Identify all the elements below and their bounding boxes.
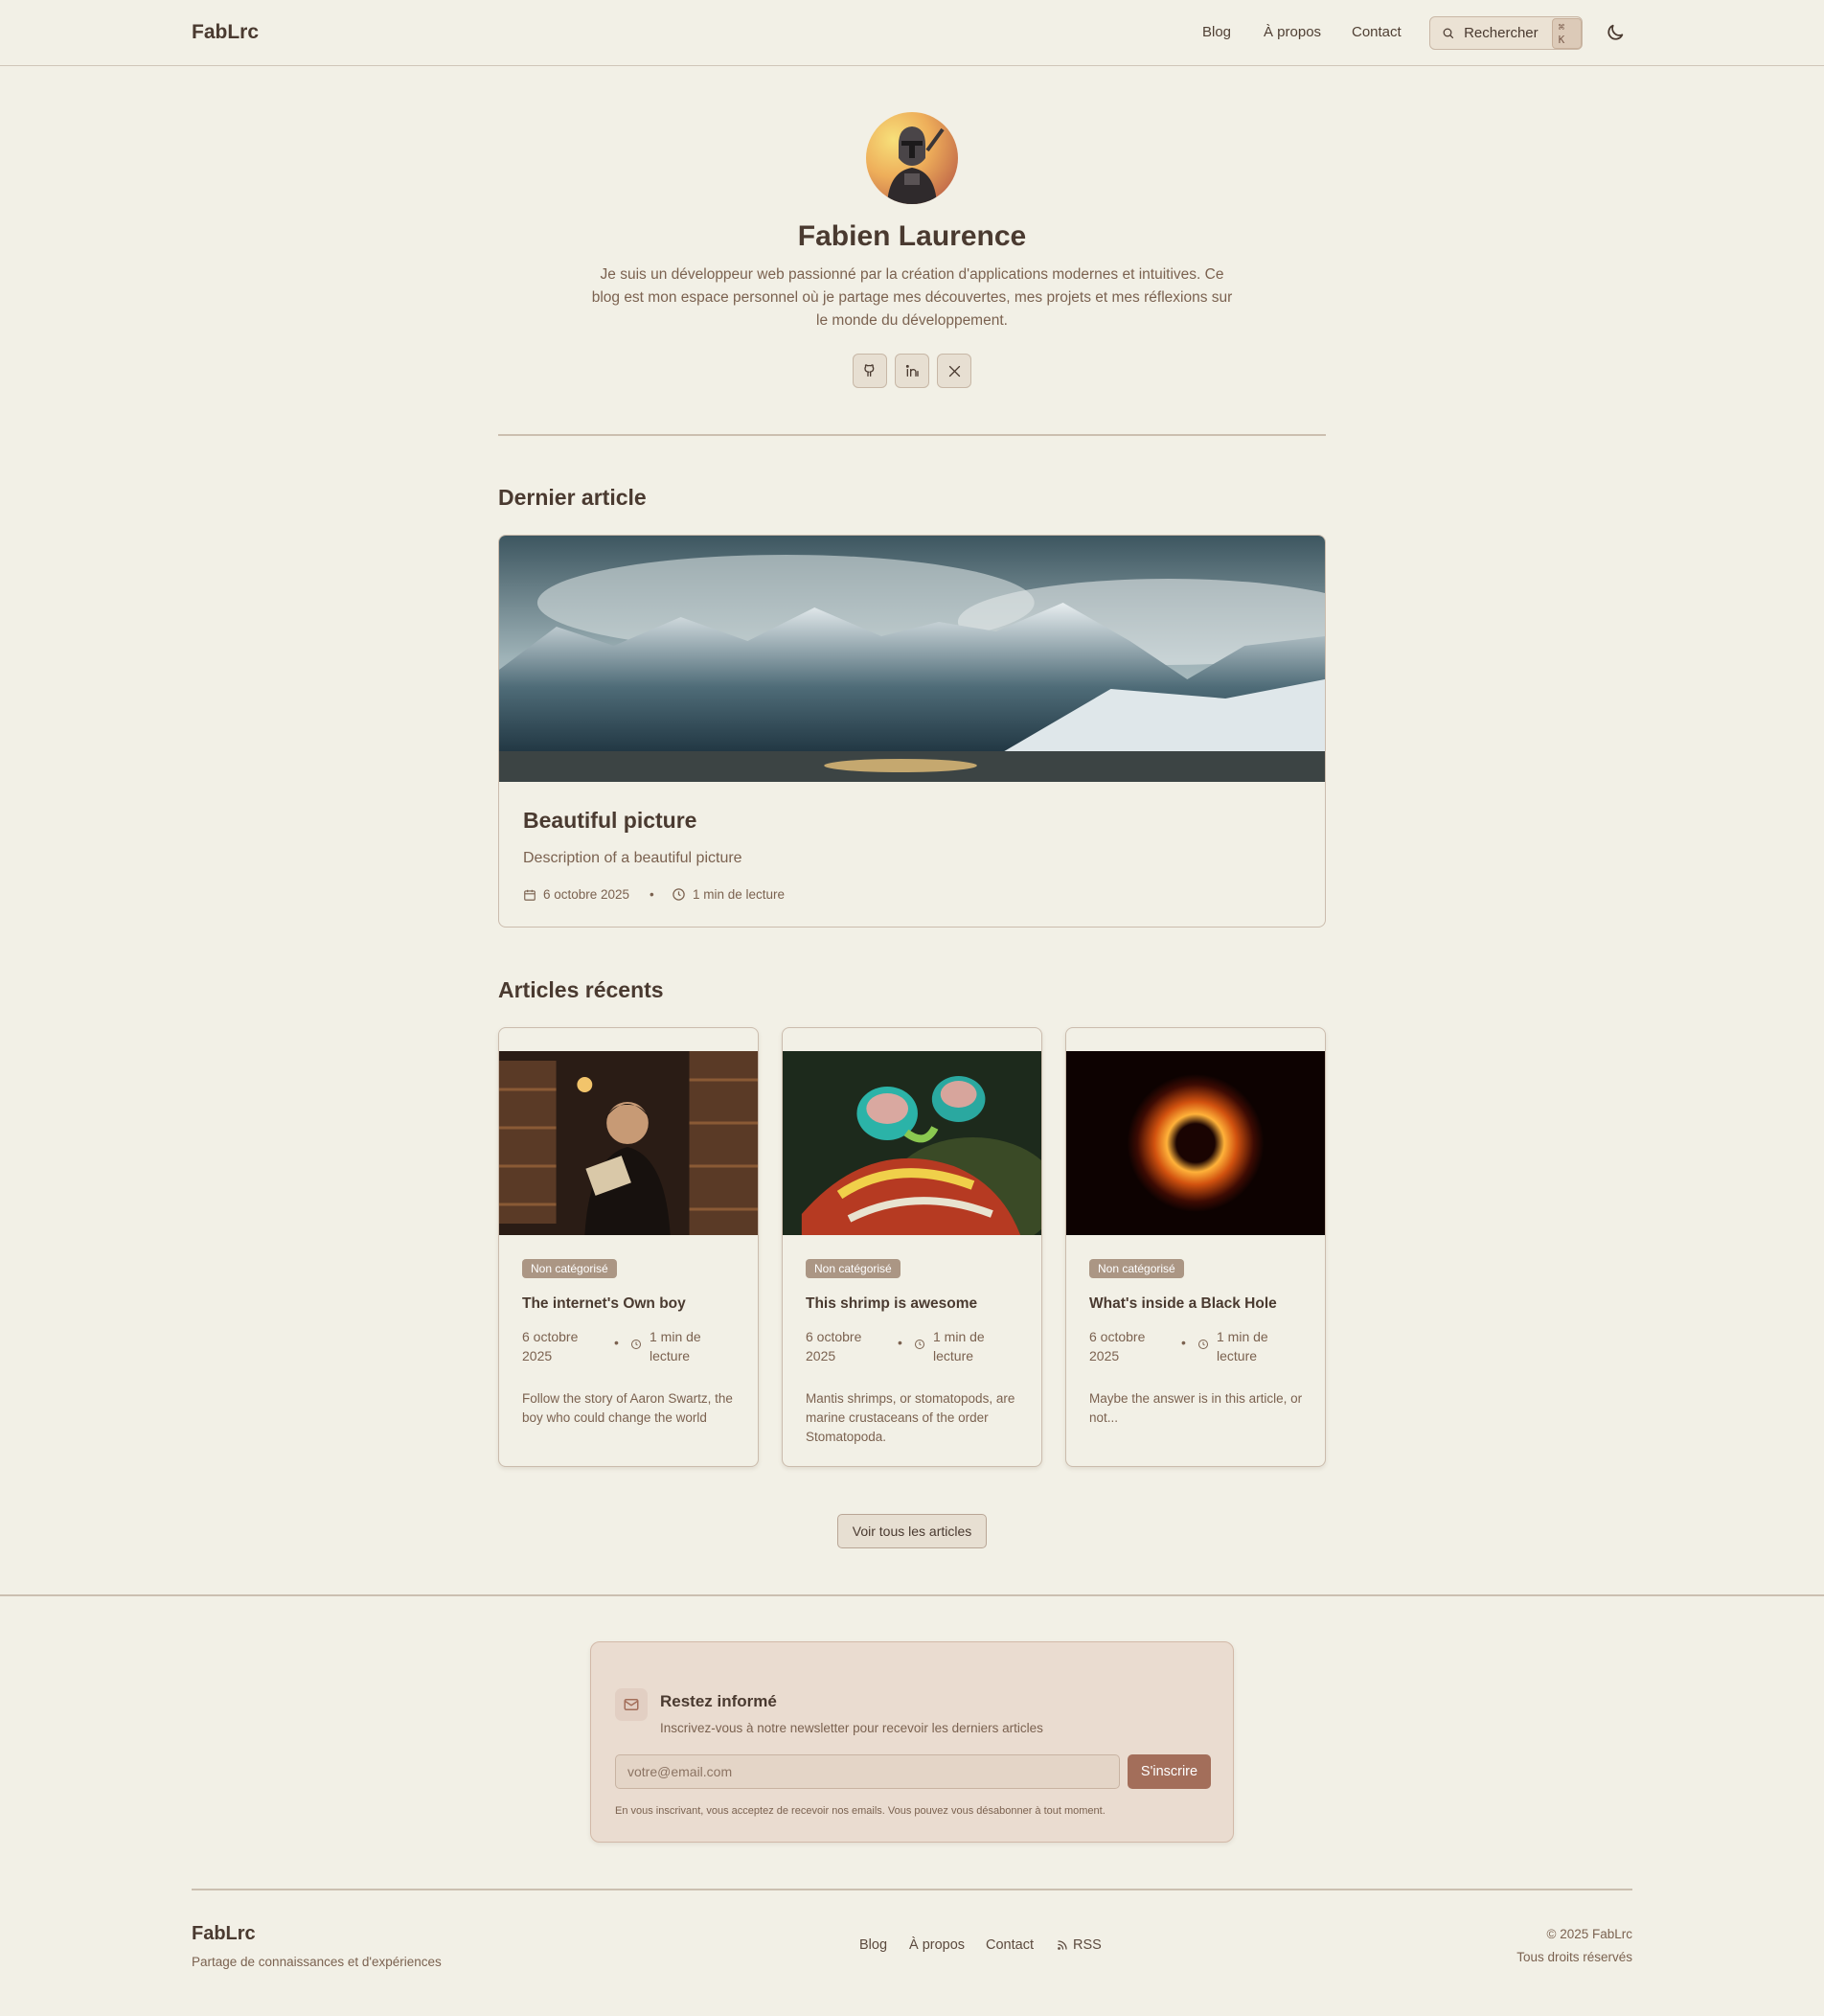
- nav-blog[interactable]: Blog: [1202, 24, 1231, 40]
- clock-icon: [1198, 1340, 1208, 1349]
- newsletter-email-input[interactable]: [615, 1754, 1120, 1789]
- footer-link-contact[interactable]: Contact: [986, 1937, 1034, 1953]
- clock-icon: [673, 888, 685, 901]
- article-excerpt: Maybe the answer is in this article, or …: [1089, 1391, 1303, 1425]
- article-excerpt: Follow the story of Aaron Swartz, the bo…: [522, 1391, 733, 1425]
- footer-link-blog[interactable]: Blog: [859, 1937, 887, 1953]
- profile-divider: [498, 434, 1326, 436]
- newsletter-note: En vous inscrivant, vous acceptez de rec…: [615, 1805, 1106, 1817]
- newsletter-subtitle: Inscrivez-vous à notre newsletter pour r…: [660, 1721, 1043, 1735]
- subscribe-button[interactable]: S'inscrire: [1128, 1754, 1211, 1789]
- featured-image: [499, 536, 1325, 782]
- footer-logo[interactable]: FabLrc: [192, 1923, 256, 1945]
- article-excerpt: Mantis shrimps, or stomatopods, are mari…: [806, 1391, 1015, 1444]
- search-label: Rechercher: [1464, 25, 1539, 41]
- featured-date: 6 octobre 2025: [523, 887, 629, 902]
- article-image: [783, 1051, 1041, 1235]
- footer-link-rss[interactable]: RSS: [1057, 1937, 1102, 1953]
- article-title[interactable]: The internet's Own boy: [522, 1295, 686, 1313]
- profile-bio: Je suis un développeur web passionné par…: [591, 266, 1233, 329]
- x-icon: [948, 365, 960, 377]
- see-all-articles-button[interactable]: Voir tous les articles: [837, 1514, 987, 1548]
- github-button[interactable]: [853, 354, 887, 388]
- search-shortcut: ⌘ K: [1551, 17, 1582, 49]
- category-badge[interactable]: Non catégorisé: [806, 1259, 901, 1278]
- article-title[interactable]: What's inside a Black Hole: [1089, 1295, 1277, 1313]
- avatar: [866, 112, 958, 204]
- article-title[interactable]: This shrimp is awesome: [806, 1295, 977, 1313]
- article-card[interactable]: Non catégorisé The internet's Own boy 6 …: [498, 1027, 759, 1467]
- search-button[interactable]: Rechercher ⌘ K: [1429, 16, 1583, 50]
- site-logo[interactable]: FabLrc: [192, 21, 259, 44]
- x-button[interactable]: [937, 354, 971, 388]
- linkedin-button[interactable]: [895, 354, 929, 388]
- clock-icon: [631, 1340, 641, 1349]
- nav-about[interactable]: À propos: [1264, 24, 1321, 40]
- category-badge[interactable]: Non catégorisé: [1089, 1259, 1184, 1278]
- newsletter-box: Restez informé Inscrivez-vous à notre ne…: [590, 1641, 1234, 1843]
- social-links: [853, 354, 971, 388]
- recent-section-title: Articles récents: [498, 977, 664, 1002]
- search-icon: [1443, 28, 1454, 39]
- calendar-icon: [524, 889, 536, 901]
- profile-name: Fabien Laurence: [797, 220, 1027, 252]
- article-image: [499, 1051, 758, 1235]
- article-date: 6 octobre 2025: [806, 1329, 862, 1363]
- moon-icon[interactable]: [1605, 22, 1626, 43]
- category-badge[interactable]: Non catégorisé: [522, 1259, 617, 1278]
- linkedin-icon: [905, 364, 919, 377]
- section-divider: [0, 1594, 1824, 1596]
- featured-title[interactable]: Beautiful picture: [523, 808, 696, 834]
- footer-rights: Tous droits réservés: [1516, 1950, 1632, 1964]
- article-card[interactable]: Non catégorisé This shrimp is awesome 6 …: [782, 1027, 1042, 1467]
- meta-separator: •: [1181, 1335, 1186, 1350]
- featured-read-time: 1 min de lecture: [672, 887, 785, 902]
- article-card[interactable]: Non catégorisé What's inside a Black Hol…: [1065, 1027, 1326, 1467]
- footer-tagline: Partage de connaissances et d'expérience…: [192, 1955, 442, 1969]
- mail-icon: [615, 1688, 648, 1721]
- article-date: 6 octobre 2025: [522, 1329, 579, 1363]
- featured-description: Description of a beautiful picture: [523, 850, 742, 866]
- article-date: 6 octobre 2025: [1089, 1329, 1146, 1363]
- site-header: FabLrc Blog À propos Contact Rechercher …: [0, 0, 1824, 66]
- featured-article-card[interactable]: Beautiful picture Description of a beaut…: [498, 535, 1326, 928]
- footer-copyright: © 2025 FabLrc: [1546, 1927, 1633, 1941]
- meta-separator: •: [898, 1335, 902, 1350]
- meta-separator: •: [650, 887, 654, 902]
- article-read-time: 1 min de lecture: [650, 1329, 701, 1363]
- article-read-time: 1 min de lecture: [933, 1329, 985, 1363]
- clock-icon: [915, 1340, 924, 1349]
- nav-contact[interactable]: Contact: [1352, 24, 1402, 40]
- newsletter-title: Restez informé: [660, 1692, 777, 1710]
- footer-link-about[interactable]: À propos: [909, 1937, 965, 1953]
- article-read-time: 1 min de lecture: [1217, 1329, 1268, 1363]
- github-icon: [864, 364, 875, 377]
- latest-section-title: Dernier article: [498, 485, 647, 510]
- article-image: [1066, 1051, 1325, 1235]
- footer-divider: [192, 1889, 1632, 1890]
- rss-icon: [1058, 1940, 1067, 1950]
- meta-separator: •: [614, 1335, 619, 1350]
